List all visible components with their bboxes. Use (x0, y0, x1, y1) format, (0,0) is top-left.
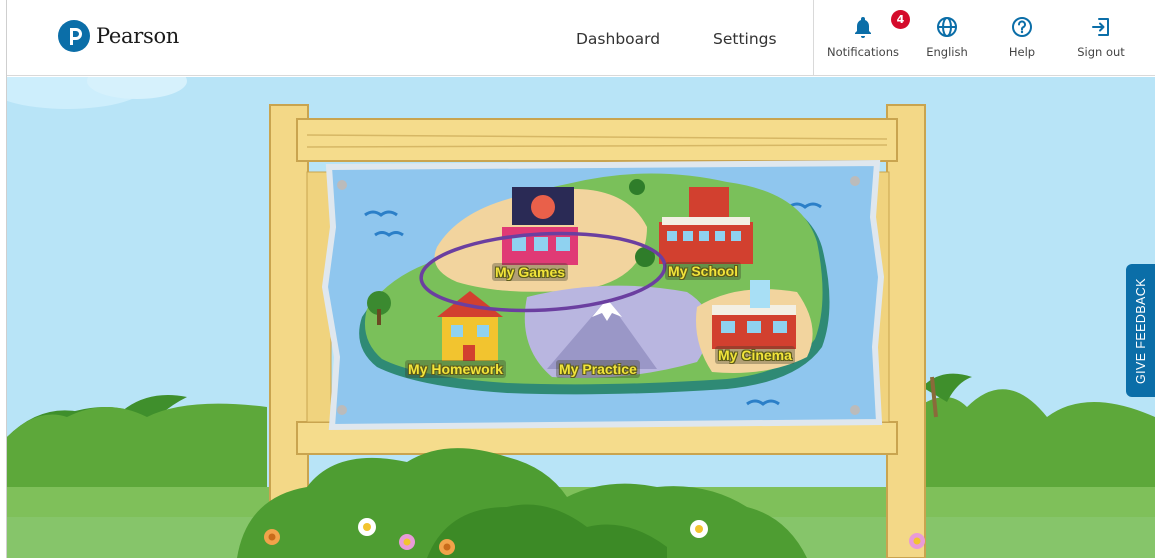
map-location-my-games[interactable]: My Games (492, 263, 569, 281)
globe-icon (936, 14, 958, 40)
language-button[interactable]: English (920, 14, 974, 59)
nav-dashboard[interactable]: Dashboard (576, 30, 660, 48)
left-border (0, 0, 7, 558)
question-circle-icon (1011, 14, 1033, 40)
sign-out-icon (1090, 14, 1112, 40)
scene-illustration (7, 77, 1155, 558)
signout-button[interactable]: Sign out (1070, 14, 1132, 59)
nav-settings[interactable]: Settings (713, 30, 777, 48)
help-button[interactable]: Help (997, 14, 1047, 59)
island-map-scene: My Games My School My Homework My Practi… (7, 77, 1155, 558)
map-location-my-school[interactable]: My School (665, 262, 742, 280)
give-feedback-tab[interactable]: GIVE FEEDBACK (1126, 264, 1155, 397)
map-location-my-cinema[interactable]: My Cinema (715, 346, 795, 364)
pearson-logo[interactable]: Pearson (58, 20, 179, 52)
language-label: English (926, 45, 968, 59)
pearson-logo-icon (58, 20, 90, 52)
notifications-button[interactable]: 4 Notifications (823, 10, 910, 59)
notifications-label: Notifications (827, 45, 899, 59)
header-divider (813, 0, 814, 76)
notification-badge: 4 (891, 10, 910, 29)
map-location-my-homework[interactable]: My Homework (405, 360, 506, 378)
give-feedback-label: GIVE FEEDBACK (1133, 277, 1148, 384)
map-location-my-practice[interactable]: My Practice (556, 360, 640, 378)
bell-icon: 4 (851, 10, 910, 40)
signout-label: Sign out (1077, 45, 1125, 59)
top-header: Pearson Dashboard Settings 4 Notificatio… (0, 0, 1155, 76)
logo-text: Pearson (96, 24, 180, 48)
help-label: Help (1008, 45, 1036, 59)
